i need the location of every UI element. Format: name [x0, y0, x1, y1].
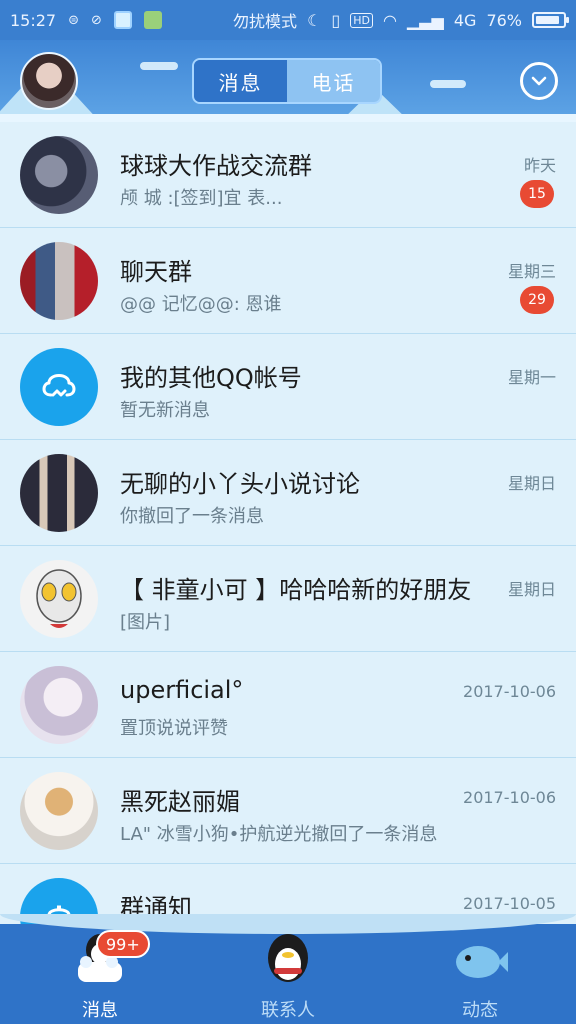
battery-percent: 76%: [486, 10, 522, 30]
conversation-name: 黑死赵丽媚: [120, 788, 240, 816]
conversation-time: 星期一: [507, 368, 556, 387]
chevron-down-icon[interactable]: [520, 62, 558, 100]
conversation-preview: [图片]: [120, 612, 171, 633]
status-bar: 15:27 ⊜ ⊘ 勿扰模式 ☾ ▯ HD ◠ ▁▃▅ 4G 76%: [0, 0, 576, 40]
avatar: [20, 772, 98, 850]
qq-account-icon: [42, 374, 76, 397]
bottom-tab-bar: 消息 99+ 联系人 动态: [0, 914, 576, 1024]
tab-label: 消息: [82, 1000, 118, 1021]
conversation-name: 无聊的小丫头小说讨论: [120, 470, 360, 498]
cloud-decoration: [430, 80, 466, 88]
conversation-name: 【 非童小可 】哈哈哈新的好朋友: [120, 576, 472, 604]
conversation-row[interactable]: 我的其他QQ帐号 暂无新消息 星期一: [0, 334, 576, 440]
conversation-time: 星期日: [507, 474, 556, 493]
notification-icon: ⊜: [68, 12, 80, 28]
conversation-preview: 置顶说说评赞: [120, 718, 228, 739]
battery-icon: [532, 12, 569, 28]
tab-messages[interactable]: 消息: [194, 60, 287, 102]
conversation-name: uperficial°: [120, 676, 244, 704]
ultraman-avatar: [36, 569, 82, 628]
tab-moments-bottom[interactable]: 动态: [420, 928, 540, 1022]
hd-icon: HD: [350, 12, 373, 28]
header-tab-switch: 消息 电话: [192, 58, 382, 104]
sync-icon: ⊘: [91, 12, 102, 28]
signal-icon: ▁▃▅: [406, 10, 444, 30]
penguin-icon: [260, 928, 316, 992]
conversation-time: 2017-10-06: [463, 788, 556, 807]
unread-badge: 15: [520, 180, 554, 208]
dnd-mode-label: 勿扰模式: [233, 12, 298, 31]
conversation-row[interactable]: 黑死赵丽媚 LA" 冰雪小狗•护航逆光撤回了一条消息 2017-10-06: [0, 758, 576, 864]
my-avatar[interactable]: [20, 52, 78, 110]
avatar: [20, 666, 98, 744]
unread-badge: 29: [520, 286, 554, 314]
qq-app-icon: [113, 11, 132, 29]
conversation-name: 聊天群: [120, 258, 192, 286]
avatar: [20, 242, 98, 320]
conversation-preview: 颅 城 :[签到]宜 表...: [120, 188, 283, 209]
avatar: [20, 136, 98, 214]
conversation-preview: 你撤回了一条消息: [120, 506, 264, 527]
status-time: 15:27: [10, 10, 57, 30]
conversation-row[interactable]: 球球大作战交流群 颅 城 :[签到]宜 表... 昨天 15: [0, 122, 576, 228]
avatar: [20, 560, 98, 638]
conversation-row[interactable]: 聊天群 @@ 记忆@@: 恩谁 星期三 29: [0, 228, 576, 334]
avatar: [20, 454, 98, 532]
header: 消息 电话: [0, 40, 576, 122]
conversation-row[interactable]: 【 非童小可 】哈哈哈新的好朋友 [图片] 星期日: [0, 546, 576, 652]
conversation-name: 球球大作战交流群: [120, 152, 312, 180]
wifi-icon: ◠: [382, 10, 397, 30]
tab-label: 联系人: [261, 1000, 315, 1021]
conversation-time: 星期三: [507, 262, 556, 281]
tab-contacts-bottom[interactable]: 联系人: [228, 928, 348, 1022]
conversation-row[interactable]: uperficial° 置顶说说评赞 2017-10-06: [0, 652, 576, 758]
conversation-time: 2017-10-06: [463, 682, 556, 701]
app-icon: [143, 11, 162, 29]
vibrate-icon: ▯: [331, 10, 341, 30]
network-type: 4G: [453, 10, 477, 30]
moon-icon: ☾: [307, 10, 322, 30]
conversation-preview: LA" 冰雪小狗•护航逆光撤回了一条消息: [120, 824, 438, 845]
tab-unread-badge: 99+: [96, 930, 150, 958]
cloud-decoration: [140, 62, 178, 70]
conversation-row[interactable]: 无聊的小丫头小说讨论 你撤回了一条消息 星期日: [0, 440, 576, 546]
conversation-list: 球球大作战交流群 颅 城 :[签到]宜 表... 昨天 15 聊天群 @@ 记忆…: [0, 122, 576, 924]
ice-edge-decoration: [0, 114, 576, 122]
avatar: [20, 348, 98, 426]
conversation-time: 星期日: [507, 580, 556, 599]
conversation-time: 昨天: [523, 156, 556, 175]
fish-icon: [452, 928, 508, 992]
tab-label: 动态: [462, 1000, 498, 1021]
conversation-preview: @@ 记忆@@: 恩谁: [120, 294, 282, 315]
tab-calls[interactable]: 电话: [287, 60, 380, 102]
conversation-name: 我的其他QQ帐号: [120, 364, 302, 392]
conversation-preview: 暂无新消息: [120, 400, 210, 421]
conversation-time: 2017-10-05: [463, 894, 556, 913]
